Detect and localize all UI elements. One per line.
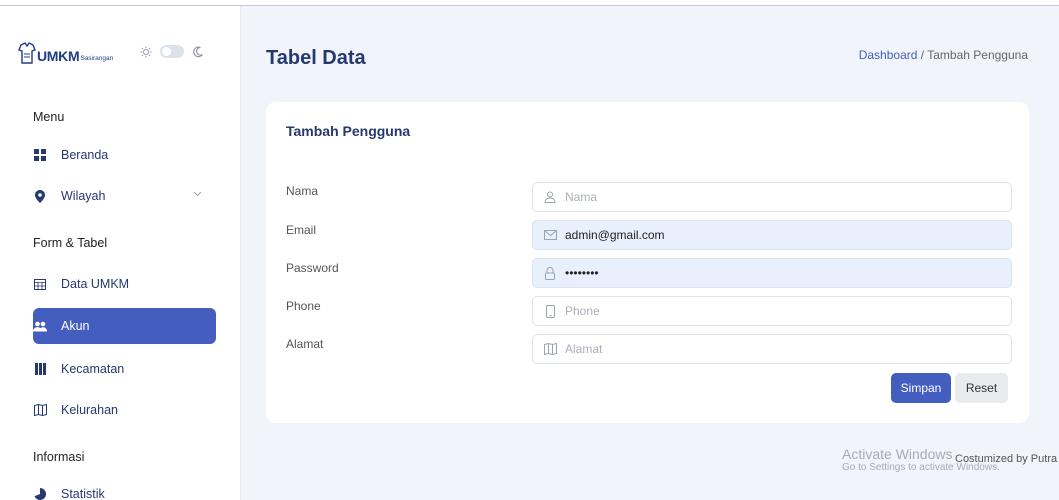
sidebar-item-label: Akun	[61, 319, 90, 333]
shirt-logo-icon	[18, 42, 36, 64]
alamat-field[interactable]	[532, 334, 1012, 364]
password-field[interactable]	[532, 258, 1012, 288]
chevron-down-icon	[193, 191, 202, 197]
phone-field[interactable]	[532, 296, 1012, 326]
sidebar-item-label: Wilayah	[61, 189, 106, 203]
brand-subtitle: Sasirangan	[80, 55, 114, 62]
simpan-button[interactable]: Simpan	[891, 373, 951, 403]
brand-name: UMKM	[37, 48, 80, 64]
sidebar-item-label: Statistik	[61, 487, 105, 500]
sidebar-section-informasi: Informasi	[33, 450, 85, 464]
map-icon	[33, 403, 47, 417]
card-title: Tambah Pengguna	[286, 123, 411, 139]
breadcrumb-dashboard-link[interactable]: Dashboard	[859, 48, 918, 62]
brand-logo[interactable]: UMKM Sasirangan	[18, 42, 113, 64]
sun-icon	[140, 46, 152, 57]
grid-icon	[33, 148, 47, 162]
page-title: Tabel Data	[266, 47, 366, 69]
alamat-label: Alamat	[286, 337, 324, 351]
sidebar-section-form-tabel: Form & Tabel	[33, 236, 108, 250]
users-icon	[33, 319, 47, 333]
password-label: Password	[286, 261, 339, 275]
book-icon	[33, 362, 47, 376]
email-label: Email	[286, 223, 317, 237]
envelope-icon	[543, 228, 557, 242]
sidebar-item-akun[interactable]: Akun	[33, 308, 216, 344]
alamat-input[interactable]	[565, 342, 985, 356]
breadcrumb-current: Tambah Pengguna	[927, 48, 1028, 62]
pie-chart-icon	[33, 487, 47, 500]
theme-switcher	[140, 45, 204, 58]
sidebar-item-label: Kecamatan	[61, 362, 125, 376]
moon-icon	[193, 46, 203, 57]
phone-icon	[543, 304, 557, 318]
breadcrumb: Dashboard / Tambah Pengguna	[859, 48, 1028, 62]
phone-input[interactable]	[565, 304, 985, 318]
email-field[interactable]	[532, 220, 1012, 250]
reset-button[interactable]: Reset	[955, 373, 1008, 403]
map-pin-icon	[33, 189, 47, 203]
nama-label: Nama	[286, 184, 319, 198]
theme-toggle[interactable]	[160, 45, 184, 58]
phone-label: Phone	[286, 299, 321, 313]
email-input[interactable]	[565, 228, 985, 242]
footer-credit: Costumized by Putra	[955, 453, 1058, 465]
table-icon	[33, 277, 47, 291]
map-icon	[543, 342, 557, 356]
password-input[interactable]	[565, 266, 985, 280]
sidebar: UMKM Sasirangan Menu Beranda Wilayah For…	[0, 6, 241, 500]
sidebar-item-label: Data UMKM	[61, 277, 130, 291]
sidebar-section-menu: Menu	[33, 110, 65, 124]
sidebar-item-wilayah[interactable]: Wilayah	[33, 178, 216, 214]
sidebar-item-data-umkm[interactable]: Data UMKM	[33, 266, 216, 302]
sidebar-item-beranda[interactable]: Beranda	[33, 137, 216, 173]
nama-field[interactable]	[532, 182, 1012, 212]
breadcrumb-separator: /	[920, 48, 925, 62]
sidebar-item-label: Beranda	[61, 148, 109, 162]
sidebar-item-kelurahan[interactable]: Kelurahan	[33, 392, 216, 428]
sidebar-item-statistik[interactable]: Statistik	[33, 476, 216, 500]
sidebar-item-label: Kelurahan	[61, 403, 118, 417]
person-icon	[543, 190, 557, 204]
form-card: Tambah Pengguna Nama Email Password Phon…	[266, 102, 1029, 423]
lock-icon	[543, 266, 557, 280]
nama-input[interactable]	[565, 190, 985, 204]
sidebar-item-kecamatan[interactable]: Kecamatan	[33, 351, 216, 387]
